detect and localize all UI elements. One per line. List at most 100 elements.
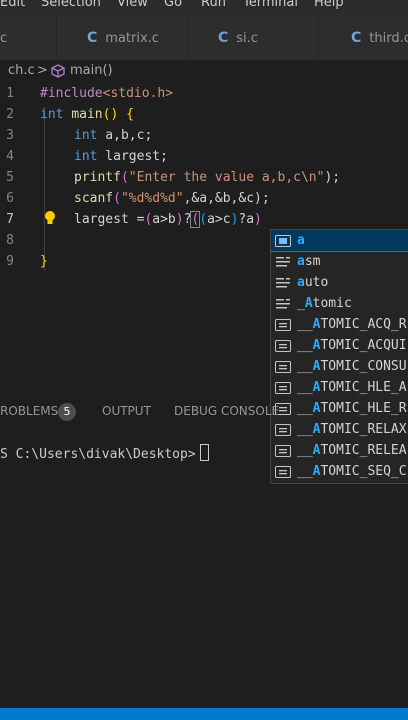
breadcrumb-separator: > xyxy=(37,63,48,78)
suggestion-item[interactable]: a xyxy=(271,230,408,252)
suggestion-text-post: TOMIC_ACQUI xyxy=(320,338,407,353)
line-number: 4 xyxy=(6,149,14,164)
menu-help[interactable]: Help xyxy=(314,0,344,10)
suggestion-item[interactable]: __ A TOMIC_ACQUI xyxy=(271,335,408,356)
keyword-icon xyxy=(275,297,291,311)
suggestion-text-match: A xyxy=(312,317,321,332)
suggestion-text-match: A xyxy=(312,359,321,374)
suggestion-item[interactable]: __ A TOMIC_CONSU xyxy=(271,356,408,377)
autocomplete-popup[interactable]: a a sm a uto _ Atomic __ A TOMIC_ACQ_R __ A TOMIC_AC… xyxy=(270,229,408,484)
status-bar xyxy=(0,708,408,720)
code-line: #include<stdio.h> xyxy=(40,86,174,101)
indent-guide xyxy=(44,110,45,270)
suggestion-item[interactable]: __ A TOMIC_SEQ_C xyxy=(271,461,408,482)
constant-icon xyxy=(275,360,291,374)
constant-icon xyxy=(275,444,291,458)
menu-terminal[interactable]: Terminal xyxy=(243,0,298,10)
line-number: 8 xyxy=(6,233,14,248)
suggestion-text-post: TOMIC_RELEA xyxy=(320,443,407,458)
menu-view[interactable]: View xyxy=(117,0,148,10)
code-line: int a,b,c; xyxy=(74,128,153,143)
suggestion-text-post: tomic xyxy=(312,296,352,311)
terminal-cursor xyxy=(199,444,209,461)
tab-label: matrix.c xyxy=(105,30,159,46)
breadcrumb-symbol[interactable]: main() xyxy=(70,63,113,78)
suggestion-text-match: a xyxy=(297,275,305,290)
suggestion-text-pre: __ xyxy=(297,338,313,353)
terminal-prompt: S C:\Users\divak\Desktop> xyxy=(0,447,196,462)
suggestion-text-pre: __ xyxy=(297,422,313,437)
line-number: 5 xyxy=(6,170,14,185)
constant-icon xyxy=(275,381,291,395)
tab-matrix-c[interactable]: C matrix.c xyxy=(57,16,188,60)
suggestion-item[interactable]: __ A TOMIC_ACQ_R xyxy=(271,314,408,335)
menu-edit[interactable]: Edit xyxy=(0,0,25,10)
suggestion-text-pre: __ xyxy=(297,380,313,395)
suggestion-text-match: a xyxy=(297,233,305,248)
suggestion-text-match: a xyxy=(297,254,305,269)
suggestion-text-match: A xyxy=(304,296,313,311)
menu-bar: Edit Selection View Go Run Terminal Help xyxy=(0,0,408,16)
constant-icon xyxy=(275,339,291,353)
constant-icon xyxy=(275,318,291,332)
suggestion-text-pre: __ xyxy=(297,464,313,479)
code-line: int largest; xyxy=(74,149,168,164)
line-number: 3 xyxy=(6,128,14,143)
menu-selection[interactable]: Selection xyxy=(41,0,101,10)
menu-go[interactable]: Go xyxy=(164,0,182,10)
keyword-icon xyxy=(275,255,291,269)
keyword-icon xyxy=(275,276,291,290)
suggestion-text-pre: __ xyxy=(297,359,313,374)
breadcrumb-file[interactable]: ch.c xyxy=(8,63,35,78)
variable-icon xyxy=(275,234,291,248)
suggestion-text-post: sm xyxy=(304,254,321,269)
suggestion-text-match: A xyxy=(312,443,321,458)
line-number: 9 xyxy=(6,254,14,269)
suggestion-text-post: uto xyxy=(304,275,329,290)
suggestion-text-post: TOMIC_ACQ_R xyxy=(320,317,407,332)
suggestion-text-post: TOMIC_HLE_A xyxy=(320,380,407,395)
suggestion-text-match: A xyxy=(312,422,321,437)
line-number: 6 xyxy=(6,191,14,206)
suggestion-item[interactable]: _ Atomic xyxy=(271,293,408,314)
tab-third-c[interactable]: C third.c xyxy=(319,16,408,60)
tab-label: si.c xyxy=(236,30,258,46)
suggestion-item[interactable]: __ A TOMIC_RELEA xyxy=(271,440,408,461)
suggestion-text-pre: _ xyxy=(297,296,305,311)
constant-icon xyxy=(275,423,291,437)
cube-icon xyxy=(51,64,65,78)
problems-count-badge: 5 xyxy=(58,403,76,421)
panel-tab-bar: ROBLEMS 5 OUTPUT DEBUG CONSOLE xyxy=(0,400,408,424)
tab-debug-console[interactable]: DEBUG CONSOLE xyxy=(174,404,279,418)
line-number: 2 xyxy=(6,107,14,122)
editor-tab-bar: c C matrix.c C si.c C third.c xyxy=(0,16,408,60)
tab-label: c xyxy=(0,30,8,46)
suggestion-item[interactable]: __ A TOMIC_HLE_A xyxy=(271,377,408,398)
terminal[interactable]: S C:\Users\divak\Desktop> xyxy=(0,444,209,462)
menu-run[interactable]: Run xyxy=(201,0,226,10)
tab-si-c[interactable]: C si.c xyxy=(188,16,319,60)
suggestion-text-post: TOMIC_SEQ_C xyxy=(320,464,407,479)
line-number: 1 xyxy=(6,86,14,101)
c-file-icon: C xyxy=(218,30,229,46)
line-number: 7 xyxy=(6,212,14,227)
suggestion-text-match: A xyxy=(312,338,321,353)
c-file-icon: C xyxy=(87,30,98,46)
suggestion-text-match: A xyxy=(312,380,321,395)
tab-output[interactable]: OUTPUT xyxy=(102,404,151,418)
code-line-current: largest =(a>b)?((a>c)?a) xyxy=(74,211,262,228)
code-line: scanf("%d%d%d",&a,&b,&c); xyxy=(74,191,270,206)
breadcrumb: ch.c > main() xyxy=(0,60,408,82)
suggestion-text-match: A xyxy=(312,464,321,479)
suggestion-item[interactable]: a sm xyxy=(271,251,408,272)
suggestion-text-pre: __ xyxy=(297,317,313,332)
suggestion-text-pre: __ xyxy=(297,443,313,458)
suggestion-item[interactable]: a uto xyxy=(271,272,408,293)
tab-c[interactable]: c xyxy=(0,16,57,60)
code-line: int main() { xyxy=(40,107,134,122)
constant-icon xyxy=(275,465,291,479)
code-line: } xyxy=(40,254,48,269)
tab-label: third.c xyxy=(369,30,408,46)
tab-problems[interactable]: ROBLEMS xyxy=(0,404,58,418)
lightbulb-icon[interactable] xyxy=(43,210,57,226)
